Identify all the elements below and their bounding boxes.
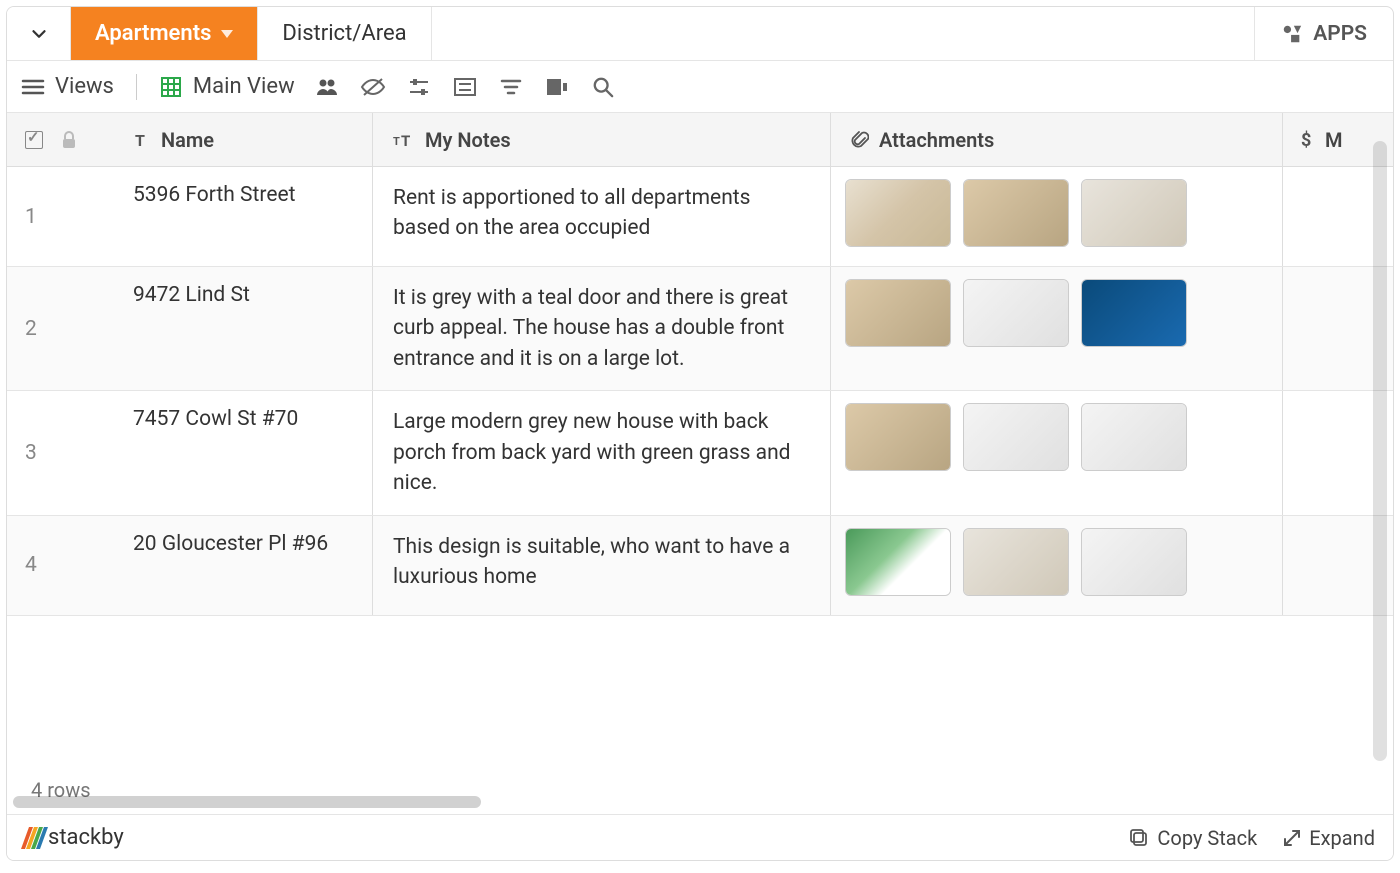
group-button[interactable] [451,73,479,101]
attachment-thumbnail[interactable] [1081,403,1187,471]
header-row-number [7,113,127,166]
row-number: 2 [7,267,127,390]
attachment-thumbnail[interactable] [963,528,1069,596]
shapes-icon [1281,23,1303,45]
attachment-thumbnail[interactable] [963,279,1069,347]
row-height-icon [545,77,569,97]
views-label: Views [55,74,114,99]
row-number: 4 [7,516,127,615]
footer-right: Copy Stack Expand [1129,826,1375,850]
header-attachments[interactable]: Attachments [831,113,1283,166]
apps-button[interactable]: APPS [1254,7,1393,60]
copy-icon [1129,828,1149,848]
grid-icon [159,75,183,99]
header-label: My Notes [425,128,511,152]
dollar-icon: $ [1301,130,1315,150]
cell-name[interactable]: 7457 Cowl St #70 [127,391,373,514]
cell-attachments[interactable] [831,167,1283,266]
attachment-thumbnail[interactable] [963,403,1069,471]
table-row[interactable]: 29472 Lind StIt is grey with a teal door… [7,267,1393,391]
vertical-scrollbar[interactable] [1373,141,1387,761]
header-notes[interactable]: TT My Notes [373,113,831,166]
horizontal-scrollbar[interactable] [13,796,481,808]
rows-container: 15396 Forth StreetRent is apportioned to… [7,167,1393,616]
caret-down-icon [221,30,233,38]
cell-attachments[interactable] [831,267,1283,390]
attachment-thumbnail[interactable] [963,179,1069,247]
cell-attachments[interactable] [831,516,1283,615]
main-view-button[interactable]: Main View [159,74,295,99]
svg-text:T: T [393,135,400,148]
header-label: Attachments [879,128,994,152]
long-text-icon: TT [393,131,415,149]
cell-attachments[interactable] [831,391,1283,514]
svg-text:T: T [401,132,410,149]
views-button[interactable]: Views [21,74,114,99]
row-number: 1 [7,167,127,266]
divider [136,74,137,100]
search-icon [592,76,614,98]
search-button[interactable] [589,73,617,101]
copy-label: Copy Stack [1157,826,1257,850]
tab-district-area[interactable]: District/Area [258,7,431,60]
hamburger-icon [21,77,45,97]
collaborators-button[interactable] [313,73,341,101]
attachment-thumbnail[interactable] [1081,528,1187,596]
toolbar: Views Main View [7,61,1393,113]
attachment-thumbnail[interactable] [1081,279,1187,347]
expand-chevron-button[interactable] [7,7,71,60]
paperclip-icon [851,130,869,150]
header-label: Name [161,128,214,152]
attachment-thumbnail[interactable] [1081,179,1187,247]
attachment-thumbnail[interactable] [845,403,951,471]
attachment-thumbnail[interactable] [845,179,951,247]
hide-fields-button[interactable] [359,73,387,101]
cell-notes[interactable]: It is grey with a teal door and there is… [373,267,831,390]
table-row[interactable]: 37457 Cowl St #70Large modern grey new h… [7,391,1393,515]
table-row[interactable]: 15396 Forth StreetRent is apportioned to… [7,167,1393,267]
list-icon [453,77,477,97]
tab-label: District/Area [282,21,406,46]
row-height-button[interactable] [543,73,571,101]
cell-notes[interactable]: This design is suitable, who want to hav… [373,516,831,615]
row-number: 3 [7,391,127,514]
cell-name[interactable]: 5396 Forth Street [127,167,373,266]
lock-icon [61,131,77,149]
table-row[interactable]: 420 Gloucester Pl #96This design is suit… [7,516,1393,616]
header-name[interactable]: T Name [127,113,373,166]
copy-stack-button[interactable]: Copy Stack [1129,826,1257,850]
tabs-bar: Apartments District/Area APPS [7,7,1393,61]
grid-header: T Name TT My Notes Attachments $ M [7,113,1393,167]
expand-label: Expand [1309,826,1375,850]
expand-button[interactable]: Expand [1283,826,1375,850]
header-label: M [1325,128,1343,152]
brand-name: stackby [48,825,124,850]
attachment-thumbnail[interactable] [845,528,951,596]
chevron-down-icon [28,23,50,45]
main-view-label: Main View [193,74,295,99]
filter-icon [500,77,522,97]
tab-label: Apartments [95,21,211,46]
text-icon: T [133,131,151,149]
apps-label: APPS [1313,22,1367,46]
logo-stripes-icon [21,827,48,849]
select-all-checkbox[interactable] [25,131,43,149]
app-window: Apartments District/Area APPS Views [6,6,1394,861]
cell-notes[interactable]: Rent is apportioned to all departments b… [373,167,831,266]
expand-icon [1283,829,1301,847]
settings-button[interactable] [405,73,433,101]
cell-name[interactable]: 20 Gloucester Pl #96 [127,516,373,615]
svg-text:$: $ [1301,130,1311,150]
attachment-thumbnail[interactable] [845,279,951,347]
cell-name[interactable]: 9472 Lind St [127,267,373,390]
svg-text:T: T [135,131,145,149]
people-icon [315,77,339,97]
filter-button[interactable] [497,73,525,101]
footer: stackby Copy Stack Expand [7,814,1393,860]
brand-logo[interactable]: stackby [25,825,124,850]
tab-apartments[interactable]: Apartments [71,7,258,60]
eye-off-icon [360,77,386,97]
cell-notes[interactable]: Large modern grey new house with back po… [373,391,831,514]
sliders-icon [407,77,431,97]
